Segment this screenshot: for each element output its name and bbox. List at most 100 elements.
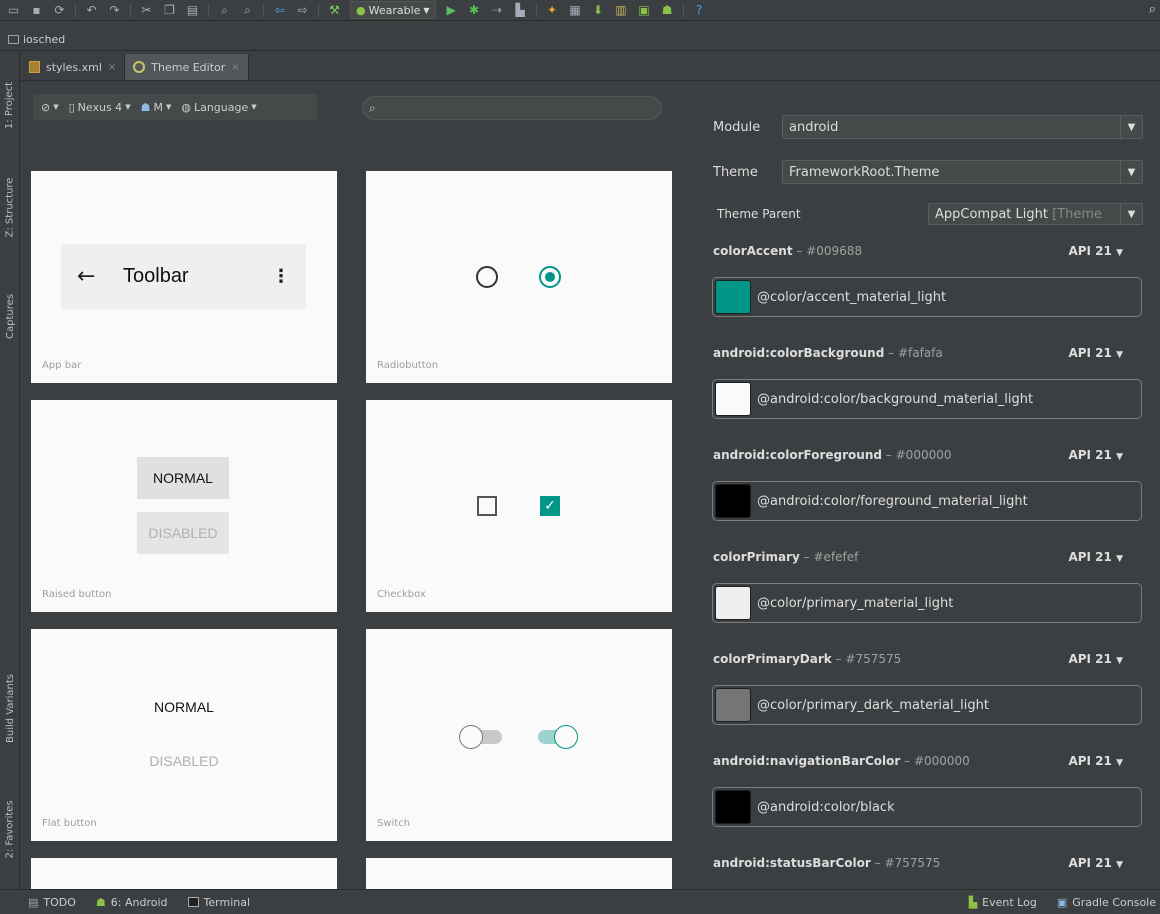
forward-icon[interactable]: ⇨ (293, 2, 312, 19)
status-bar: ▤ TODO ☗ 6: Android Terminal ▙ Event Log… (0, 889, 1160, 914)
attribute-name: colorAccent (713, 244, 793, 258)
api-level-dropdown[interactable]: API 21 ▼ (1068, 856, 1123, 870)
tool-tab-captures[interactable]: Captures (1, 277, 19, 355)
api-level-dropdown[interactable]: API 21 ▼ (1068, 346, 1123, 360)
back-icon[interactable]: ⇦ (270, 2, 289, 19)
attribute-value-field[interactable]: @android:color/background_material_light (712, 379, 1142, 419)
attribute-value: @color/primary_material_light (757, 595, 954, 611)
color-swatch[interactable] (715, 382, 751, 416)
profile-icon[interactable]: ✦ (543, 2, 562, 19)
tab-styles-xml[interactable]: styles.xml × (21, 54, 126, 80)
chevron-down-icon: ▼ (1116, 860, 1123, 870)
card-label: Radiobutton (377, 360, 439, 371)
attribute-header: android:navigationBarColor – #000000 API… (713, 754, 1123, 768)
attach-icon[interactable]: ⇢ (488, 2, 507, 19)
chevron-down-icon: ▼ (1120, 161, 1142, 183)
attribute-value-field[interactable]: @color/accent_material_light (712, 277, 1142, 317)
attribute-value: @color/primary_dark_material_light (757, 697, 989, 713)
api-level-dropdown[interactable]: ☗ M ▼ (141, 101, 172, 114)
color-swatch[interactable] (715, 280, 751, 314)
toolbar-separator (535, 3, 537, 17)
back-arrow-icon: ← (77, 264, 96, 289)
gradle-console-label: Gradle Console (1072, 896, 1156, 909)
close-icon[interactable]: × (231, 62, 239, 73)
replace-icon[interactable]: ⌕ (238, 2, 257, 19)
tab-theme-editor[interactable]: Theme Editor × (125, 54, 249, 80)
attribute-value-field[interactable]: @android:color/foreground_material_light (712, 481, 1142, 521)
tool-tab-android[interactable]: ☗ 6: Android (86, 896, 178, 909)
gradle-console-icon: ▣ (1056, 896, 1068, 909)
tool-tab-terminal[interactable]: Terminal (178, 896, 261, 909)
api-level-dropdown[interactable]: API 21 ▼ (1068, 244, 1123, 258)
tool-tab-structure[interactable]: Z: Structure (1, 164, 19, 250)
api-level-dropdown[interactable]: API 21 ▼ (1068, 754, 1123, 768)
chevron-down-icon: ▼ (1116, 350, 1123, 360)
globe-icon: ◍ (181, 100, 191, 114)
sdk-manager-icon[interactable]: ▦ (566, 2, 585, 19)
android-robot-icon[interactable]: ☗ (658, 2, 677, 19)
orientation-dropdown[interactable]: ⊘ ▼ (41, 101, 59, 114)
tool-tab-favorites[interactable]: 2: Favorites (1, 782, 19, 876)
avd-manager-icon[interactable]: ⬇ (589, 2, 608, 19)
attribute-value-field[interactable]: @android:color/black (712, 787, 1142, 827)
make-icon[interactable]: ⚒ (325, 2, 344, 19)
tool-tab-event-log[interactable]: ▙ Event Log (959, 896, 1047, 909)
attribute-value-field[interactable]: @color/primary_material_light (712, 583, 1142, 623)
tool-tab-favorites-label: 2: Favorites (4, 799, 16, 859)
paste-icon[interactable]: ▤ (183, 2, 202, 19)
preview-search-input[interactable]: ⌕ (362, 96, 662, 120)
preview-card-partial (31, 858, 337, 889)
tool-tab-gradle-console[interactable]: ▣ Gradle Console (1047, 896, 1160, 909)
tool-tab-todo[interactable]: ▤ TODO (0, 896, 86, 909)
theme-attributes-panel: Module android ▼ Theme FrameworkRoot.The… (690, 82, 1160, 889)
api-level-dropdown[interactable]: API 21 ▼ (1068, 550, 1123, 564)
attribute-header: colorPrimaryDark – #757575 API 21 ▼ (713, 652, 1123, 666)
close-icon[interactable]: × (108, 62, 116, 73)
language-dropdown[interactable]: ◍ Language ▼ (181, 101, 256, 114)
attribute-name: android:colorForeground (713, 448, 882, 462)
tool-tab-structure-label: Z: Structure (4, 177, 16, 237)
android-icon: ☗ (140, 100, 151, 114)
undo-icon[interactable]: ↶ (82, 2, 101, 19)
save-icon[interactable]: ▪ (27, 2, 46, 19)
cut-icon[interactable]: ✂ (137, 2, 156, 19)
redo-icon[interactable]: ↷ (105, 2, 124, 19)
color-swatch[interactable] (715, 484, 751, 518)
flat-button-disabled: DISABLED (149, 753, 219, 769)
theme-parent-suffix: [Theme (1052, 206, 1103, 222)
tool-tab-build-variants-label: Build Variants (4, 673, 16, 743)
api-level-dropdown[interactable]: API 21 ▼ (1068, 652, 1123, 666)
sync-icon[interactable]: ⟳ (50, 2, 69, 19)
terminal-icon (187, 897, 199, 907)
help-icon[interactable]: ? (690, 2, 709, 19)
theme-parent-label: Theme Parent (717, 207, 801, 221)
find-icon[interactable]: ⌕ (215, 2, 234, 19)
theme-dropdown[interactable]: FrameworkRoot.Theme ▼ (782, 160, 1143, 184)
chevron-down-icon: ▼ (1120, 116, 1142, 138)
device-monitor-icon[interactable]: ▥ (612, 2, 631, 19)
search-everywhere-icon[interactable]: ⌕ (1149, 2, 1156, 17)
color-swatch[interactable] (715, 790, 751, 824)
run-icon[interactable]: ▶ (442, 2, 461, 19)
tool-tab-project[interactable]: 1: Project (1, 62, 19, 148)
device-dropdown[interactable]: ▯ Nexus 4 ▼ (69, 101, 131, 114)
attribute-value-field[interactable]: @color/primary_dark_material_light (712, 685, 1142, 725)
copy-icon[interactable]: ❐ (160, 2, 179, 19)
run-configuration-dropdown[interactable]: ● Wearable ▼ (350, 1, 436, 19)
coverage-icon[interactable]: ▙ (511, 2, 530, 19)
main-toolbar: ▭ ▪ ⟳ ↶ ↷ ✂ ❐ ▤ ⌕ ⌕ ⇦ ⇨ ⚒ ● Wearable ▼ ▶… (0, 0, 1160, 21)
color-swatch[interactable] (715, 688, 751, 722)
color-swatch[interactable] (715, 586, 751, 620)
tool-tab-build-variants[interactable]: Build Variants (1, 656, 19, 760)
todo-label: TODO (43, 895, 76, 909)
attribute-value: @color/accent_material_light (757, 289, 947, 305)
theme-parent-dropdown[interactable]: AppCompat Light [Theme ▼ (928, 203, 1143, 225)
layout-inspector-icon[interactable]: ▣ (635, 2, 654, 19)
breadcrumb-project[interactable]: iosched (23, 33, 65, 46)
open-icon[interactable]: ▭ (4, 2, 23, 19)
module-dropdown[interactable]: android ▼ (782, 115, 1143, 139)
api-level-dropdown[interactable]: API 21 ▼ (1068, 448, 1123, 462)
attribute-name: android:statusBarColor (713, 856, 871, 870)
debug-icon[interactable]: ✱ (465, 2, 484, 19)
chevron-down-icon: ▼ (1116, 758, 1123, 768)
